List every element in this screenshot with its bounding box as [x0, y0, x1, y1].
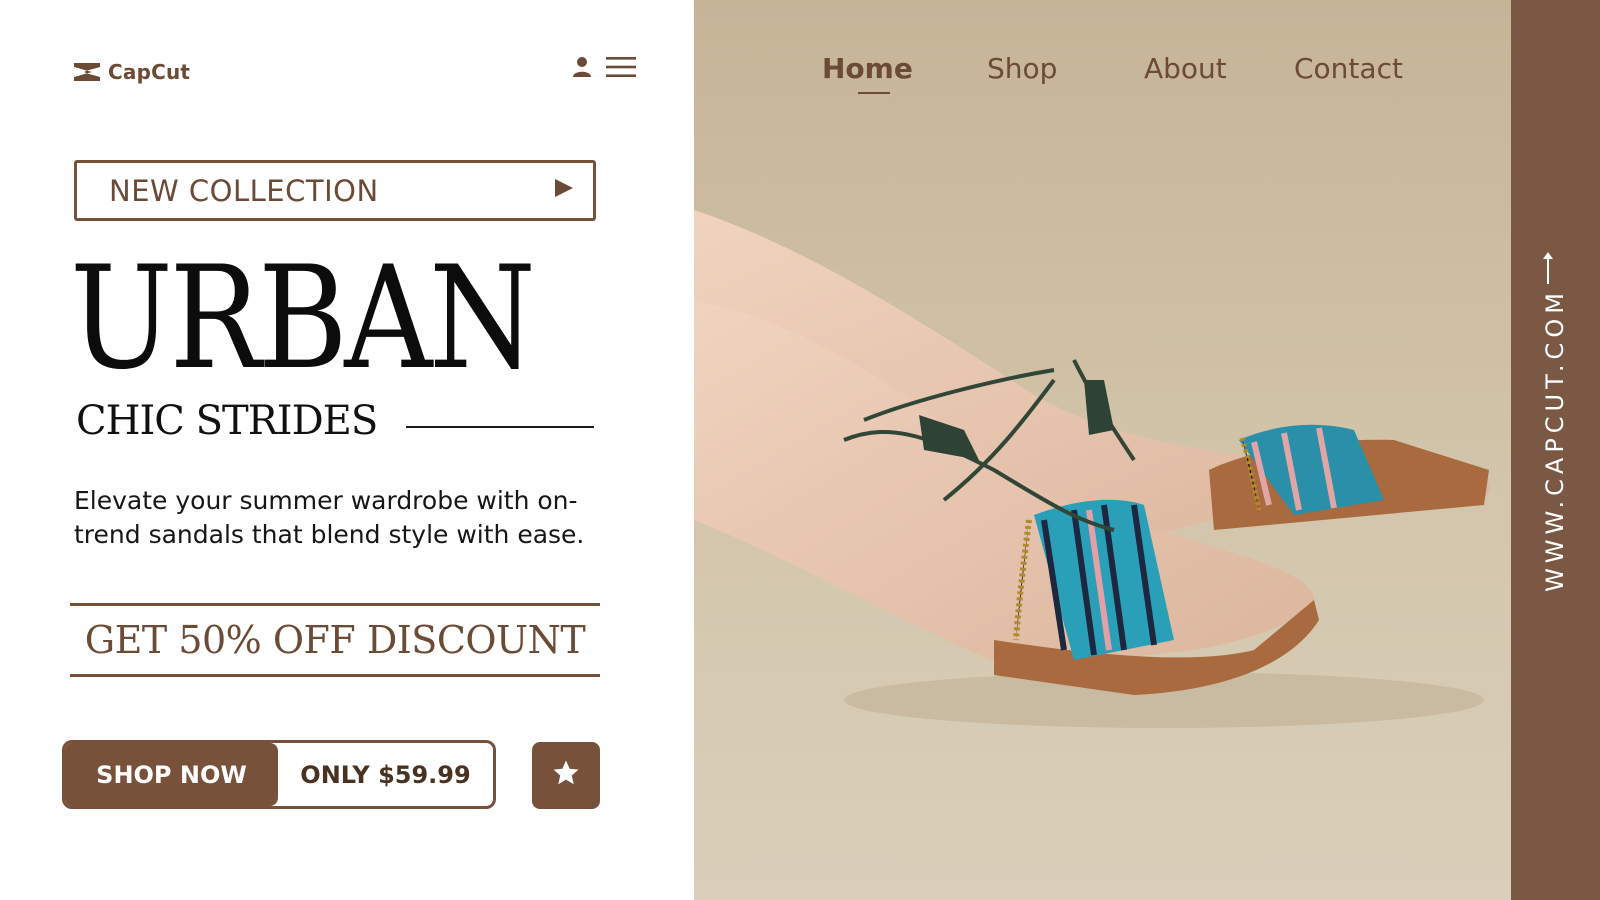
new-collection-button[interactable]: NEW COLLECTION — [74, 160, 596, 221]
discount-text: GET 50% OFF DISCOUNT — [84, 618, 586, 662]
arrow-up-icon — [1541, 250, 1555, 289]
discount-banner: GET 50% OFF DISCOUNT — [70, 603, 600, 677]
brand-name: CapCut — [108, 60, 191, 84]
subheadline: CHIC STRIDES — [76, 398, 378, 444]
right-sidebar: WWW.CAPCUT.COM — [1511, 0, 1600, 900]
shop-now-button[interactable]: SHOP NOW — [65, 743, 278, 806]
play-triangle-icon — [553, 177, 575, 204]
nav-about[interactable]: About — [1144, 52, 1227, 85]
sandals-illustration — [694, 210, 1511, 900]
website-link[interactable]: WWW.CAPCUT.COM — [1541, 288, 1569, 592]
main-nav: Home Shop About Contact — [694, 52, 1511, 94]
headline: URBAN — [70, 236, 536, 401]
price-label: ONLY $59.99 — [300, 760, 471, 789]
hero-panel: CapCut NEW COLLECTION URBAN CHIC STRIDES… — [0, 0, 694, 900]
user-icon[interactable] — [572, 56, 592, 78]
cta-group: SHOP NOW ONLY $59.99 — [62, 740, 496, 809]
capcut-logo-icon — [72, 60, 102, 84]
nav-shop[interactable]: Shop — [987, 52, 1057, 85]
star-icon — [551, 758, 581, 793]
nav-active-indicator — [858, 92, 890, 94]
top-icons — [572, 56, 636, 78]
sandals-photo: Home Shop About Contact — [694, 0, 1511, 900]
hero-description: Elevate your summer wardrobe with on-tre… — [74, 486, 585, 549]
favorite-button[interactable] — [532, 742, 600, 809]
hamburger-menu-icon[interactable] — [606, 56, 636, 78]
nav-contact[interactable]: Contact — [1294, 52, 1403, 85]
new-collection-label: NEW COLLECTION — [109, 173, 379, 208]
nav-home[interactable]: Home — [822, 52, 913, 85]
brand-logo[interactable]: CapCut — [72, 60, 190, 84]
subheadline-divider — [406, 426, 594, 428]
